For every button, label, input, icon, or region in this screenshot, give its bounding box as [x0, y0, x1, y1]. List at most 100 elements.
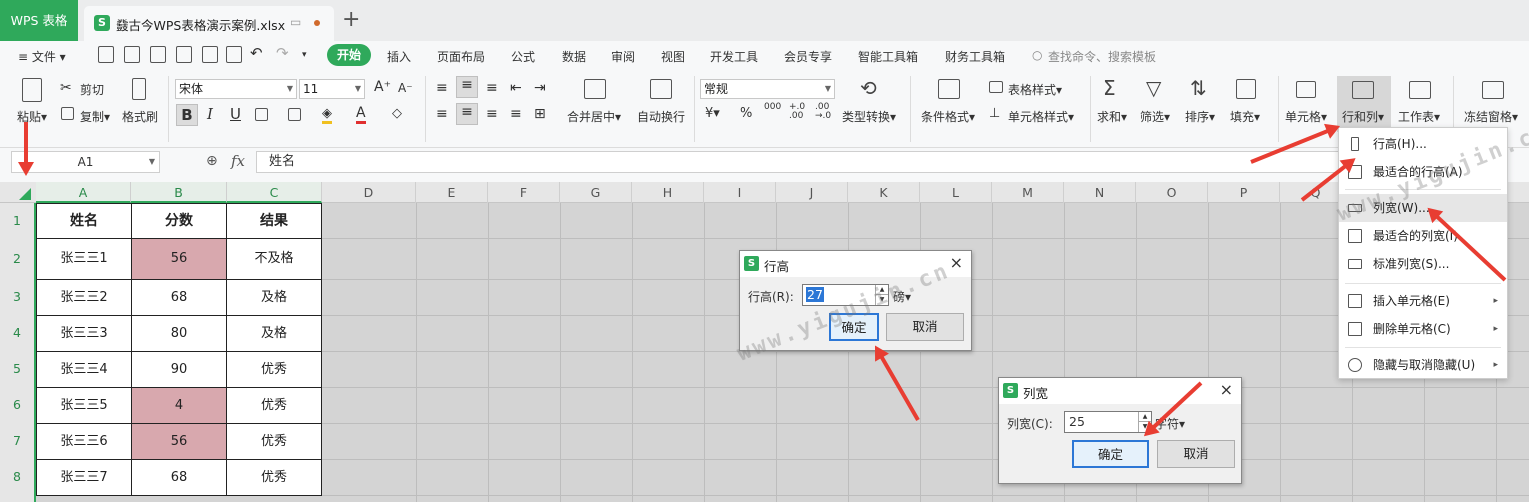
number-format-select[interactable]: 常规 ▼	[700, 79, 835, 99]
fill-icon[interactable]	[1236, 79, 1256, 99]
table-cell[interactable]: 不及格	[226, 238, 322, 280]
open-folder-icon[interactable]	[124, 46, 140, 63]
table-cell[interactable]: 张三三7	[36, 459, 132, 496]
tab-developer[interactable]: 开发工具	[710, 48, 758, 65]
column-header-d[interactable]: D	[322, 182, 416, 203]
column-header-f[interactable]: F	[488, 182, 560, 203]
filter-button[interactable]: 筛选▾	[1140, 108, 1170, 125]
new-doc-icon[interactable]	[98, 46, 114, 63]
table-cell[interactable]: 张三三2	[36, 279, 132, 316]
type-convert-icon[interactable]: ⟲	[860, 76, 877, 100]
sheet-grid[interactable]: 姓名 分数 结果 张三三1 56 不及格 张三三2 68 及格 张三三3 80 …	[36, 203, 1529, 502]
format-painter-button[interactable]: 格式刷	[122, 108, 158, 125]
table-cell[interactable]: 68	[131, 279, 227, 316]
freeze-panes-button[interactable]: 冻结窗格▾	[1464, 108, 1518, 125]
quick-access-dropdown-icon[interactable]: ▾	[302, 50, 307, 60]
cut-icon[interactable]: ✂	[60, 80, 72, 96]
command-search[interactable]: 查找命令、搜索模板	[1048, 48, 1156, 65]
table-cell[interactable]: 及格	[226, 315, 322, 352]
decrease-decimal-icon[interactable]: .00 →.0	[815, 103, 831, 121]
fill-color-icon[interactable]: ◈	[322, 106, 332, 124]
justify-icon[interactable]: ≡	[510, 106, 522, 122]
menu-item-hide-unhide[interactable]: 隐藏与取消隐藏(U) ▸	[1339, 351, 1507, 379]
underline-button[interactable]: U	[230, 105, 241, 123]
wps-home-tab[interactable]: WPS 表格	[0, 0, 78, 41]
save-icon[interactable]	[150, 46, 166, 63]
column-header-o[interactable]: O	[1136, 182, 1208, 203]
row-header-2[interactable]: 2	[0, 251, 34, 266]
indent-increase-icon[interactable]: ⇥	[534, 80, 546, 96]
tab-review[interactable]: 审阅	[611, 48, 635, 65]
document-tab[interactable]: S 鼗古今WPS表格演示案例.xlsx ▭	[84, 6, 334, 41]
close-icon[interactable]: ×	[950, 253, 963, 272]
table-cell[interactable]: 张三三4	[36, 351, 132, 388]
sum-button[interactable]: 求和▾	[1097, 108, 1127, 125]
table-cell[interactable]: 优秀	[226, 459, 322, 496]
table-cell[interactable]: 68	[131, 459, 227, 496]
table-style-icon[interactable]	[989, 81, 1003, 93]
sort-button[interactable]: 排序▾	[1185, 108, 1215, 125]
tab-formula[interactable]: 公式	[511, 48, 535, 65]
function-icon[interactable]: fx	[231, 152, 245, 170]
indent-decrease-icon[interactable]: ⇤	[510, 80, 522, 96]
worksheet-icon[interactable]	[1409, 81, 1431, 99]
filter-icon[interactable]: ▽	[1146, 76, 1161, 100]
cell-style-painter-icon[interactable]: ⊥	[989, 106, 1000, 121]
column-header-m[interactable]: M	[992, 182, 1064, 203]
formula-input[interactable]: 姓名	[256, 151, 1340, 173]
distribute-icon[interactable]: ⊞	[534, 106, 546, 122]
format-painter-icon[interactable]	[132, 78, 146, 100]
conditional-format-button[interactable]: 条件格式▾	[921, 108, 975, 125]
tab-insert[interactable]: 插入	[387, 48, 411, 65]
menu-item-delete-cells[interactable]: 删除单元格(C) ▸	[1339, 315, 1507, 343]
column-header-b[interactable]: B	[131, 182, 227, 203]
tab-page-layout[interactable]: 页面布局	[437, 48, 485, 65]
table-cell[interactable]: 张三三1	[36, 238, 132, 280]
align-top-icon[interactable]: ≡	[436, 80, 448, 96]
print-preview-icon[interactable]	[202, 46, 218, 63]
column-header-g[interactable]: G	[560, 182, 632, 203]
zoom-formula-icon[interactable]: ⊕	[206, 153, 218, 169]
paste-button[interactable]: 粘贴▾	[17, 108, 47, 125]
align-left-icon[interactable]: ≡	[436, 106, 448, 122]
export-icon[interactable]	[226, 46, 242, 63]
row-header-7[interactable]: 7	[0, 433, 34, 448]
tab-finance-toolbox[interactable]: 财务工具箱	[945, 48, 1005, 65]
row-header-6[interactable]: 6	[0, 397, 34, 412]
align-bottom-icon[interactable]: ≡	[486, 80, 498, 96]
align-right-icon[interactable]: ≡	[486, 106, 498, 122]
copy-icon[interactable]	[61, 107, 74, 120]
table-cell[interactable]: 优秀	[226, 423, 322, 460]
close-icon[interactable]: ×	[1220, 380, 1233, 399]
merge-center-button[interactable]: 合并居中▾	[567, 108, 621, 125]
border-icon[interactable]	[255, 108, 268, 121]
thousands-separator-icon[interactable]: 000	[764, 103, 781, 112]
table-header-result[interactable]: 结果	[226, 203, 322, 239]
table-cell[interactable]: 及格	[226, 279, 322, 316]
table-cell[interactable]: 张三三5	[36, 387, 132, 424]
row-header-4[interactable]: 4	[0, 325, 34, 340]
column-header-l[interactable]: L	[920, 182, 992, 203]
file-menu[interactable]: ≡ 文件 ▾	[18, 48, 66, 65]
cell-button[interactable]: 单元格▾	[1285, 108, 1327, 125]
column-header-c[interactable]: C	[227, 182, 322, 203]
table-cell[interactable]: 优秀	[226, 387, 322, 424]
table-cell[interactable]: 56	[131, 423, 227, 460]
column-header-a[interactable]: A	[36, 182, 131, 203]
menu-item-insert-cells[interactable]: 插入单元格(E) ▸	[1339, 287, 1507, 315]
paste-icon[interactable]	[22, 78, 42, 102]
conditional-format-icon[interactable]	[938, 79, 960, 99]
window-monitor-icon[interactable]: ▭	[290, 15, 301, 29]
font-color-icon[interactable]: A	[356, 105, 366, 124]
tab-member[interactable]: 会员专享	[784, 48, 832, 65]
sum-icon[interactable]: Σ	[1103, 76, 1116, 100]
column-header-h[interactable]: H	[632, 182, 704, 203]
search-icon[interactable]: ○	[1032, 48, 1042, 62]
column-header-i[interactable]: I	[704, 182, 776, 203]
ok-button[interactable]: 确定	[1072, 440, 1149, 468]
cell-style-icon[interactable]	[288, 108, 301, 121]
sort-icon[interactable]: ⇅	[1190, 76, 1207, 100]
table-header-name[interactable]: 姓名	[36, 203, 132, 239]
rowcol-icon[interactable]	[1352, 81, 1374, 99]
table-cell[interactable]: 优秀	[226, 351, 322, 388]
